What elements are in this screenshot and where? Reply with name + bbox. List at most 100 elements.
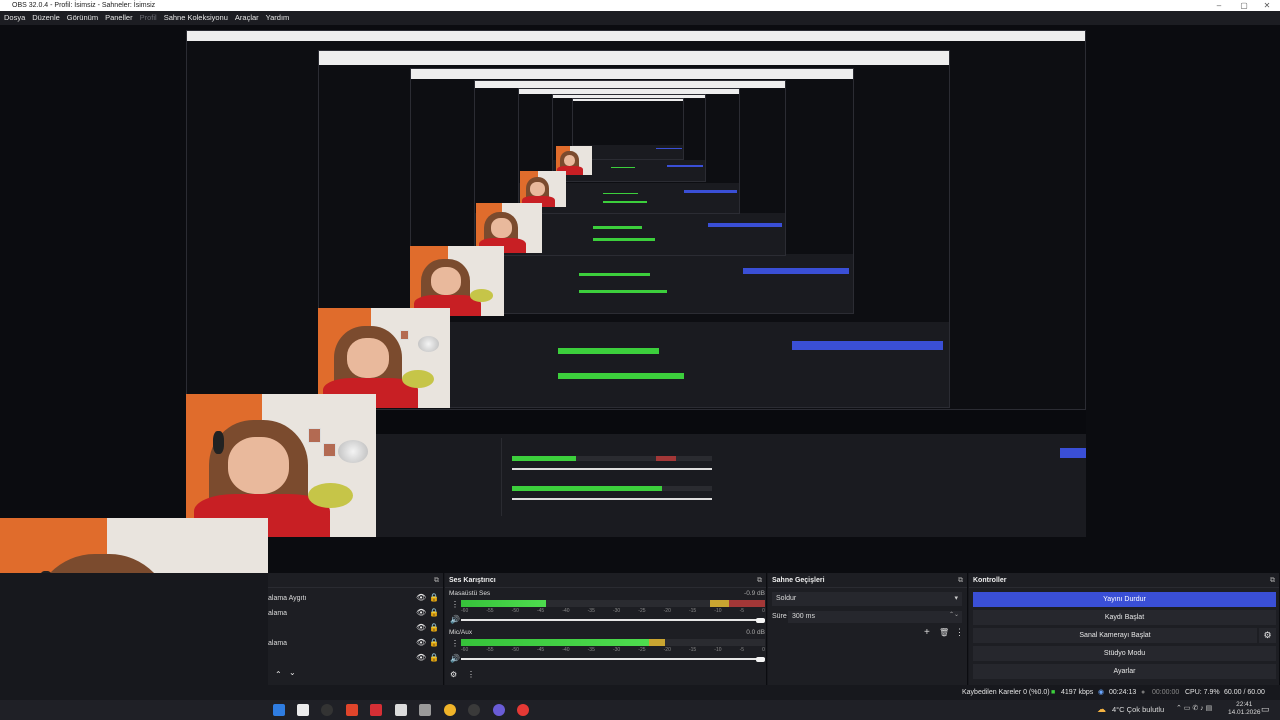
- speaker-icon[interactable]: 🔊: [450, 615, 460, 624]
- meter-tick: -35: [587, 647, 595, 653]
- source-item[interactable]: alama Aygıtı: [268, 591, 306, 606]
- nested-webcam-5: [520, 171, 566, 207]
- start-recording-button[interactable]: Kaydı Başlat: [973, 610, 1276, 625]
- meter-ticks: -60 -55 -50 -45 -40 -35 -30 -25 -20 -15 -10 -5 0: [461, 608, 765, 616]
- spinner-icon[interactable]: ⌃⌄: [949, 609, 959, 621]
- file-icon[interactable]: [297, 704, 309, 716]
- eye-icon[interactable]: 👁: [416, 638, 426, 647]
- menu-item-5[interactable]: Sahne Koleksiyonu: [164, 11, 228, 25]
- menu-item-1[interactable]: Düzenle: [32, 11, 60, 25]
- chevron-down-icon: ▾: [954, 595, 958, 602]
- mixer-settings-icon[interactable]: ⚙: [450, 670, 457, 679]
- menu-item-4[interactable]: Profil: [140, 11, 157, 25]
- calendar-icon[interactable]: [395, 704, 407, 716]
- menu-item-2[interactable]: Görünüm: [67, 11, 98, 25]
- undock-icon[interactable]: ⧉: [434, 573, 439, 588]
- lock-icon[interactable]: 🔒: [429, 638, 439, 647]
- window-title-bar: OBS 32.0.4 - Profil: İsimsiz - Sahneler:…: [0, 0, 1280, 11]
- nested-webcam-3: [410, 246, 504, 316]
- eye-icon[interactable]: 👁: [416, 653, 426, 662]
- speaker-icon[interactable]: 🔊: [450, 654, 460, 663]
- record-time: 00:00:00: [1152, 689, 1180, 696]
- meter-tick: -60: [461, 608, 469, 614]
- minimize-icon[interactable]: –: [1208, 0, 1230, 11]
- nested-webcam-2: [318, 308, 450, 408]
- volume-meter: [461, 600, 765, 607]
- nested-mixer: [501, 438, 729, 516]
- start-virtual-camera-button[interactable]: Sanal Kamerayı Başlat: [973, 628, 1257, 643]
- gear-icon[interactable]: ⚙: [1259, 628, 1276, 643]
- meter-ticks: -60 -55 -50 -45 -40 -35 -30 -25 -20 -15 -10 -5 0: [461, 647, 765, 655]
- channel-name: Masaüstü Ses: [449, 590, 491, 597]
- discord-icon[interactable]: [493, 704, 505, 716]
- duration-value: 300 ms: [792, 613, 815, 620]
- lock-icon[interactable]: 🔒: [429, 608, 439, 617]
- meter-tick: -5: [739, 647, 745, 653]
- meter-tick: -50: [511, 608, 519, 614]
- clock[interactable]: 22:41 14.01.2026: [1228, 701, 1261, 717]
- menu-dots-icon[interactable]: ⋮: [467, 670, 475, 679]
- meter-tick: -10: [714, 647, 722, 653]
- close-icon[interactable]: ✕: [1256, 0, 1278, 11]
- source-item[interactable]: alama: [268, 606, 287, 621]
- windows-start-icon[interactable]: [273, 704, 285, 716]
- channel-db: 0.0 dB: [746, 629, 765, 636]
- stop-stream-button[interactable]: Yayını Durdur: [973, 592, 1276, 607]
- meter-tick: 0: [762, 647, 765, 653]
- menu-item-6[interactable]: Araçlar: [235, 11, 259, 25]
- menu-item-0[interactable]: Dosya: [4, 11, 25, 25]
- menu-dots-icon[interactable]: ⋮: [451, 600, 459, 609]
- channel-db: -0.9 dB: [744, 590, 765, 597]
- undock-icon[interactable]: ⧉: [757, 573, 762, 588]
- meter-tick: -25: [638, 647, 646, 653]
- meter-tick: -30: [612, 647, 621, 653]
- menu-dots-icon[interactable]: ⋮: [955, 627, 964, 638]
- record-app-icon[interactable]: [517, 704, 529, 716]
- eye-icon[interactable]: 👁: [416, 608, 426, 617]
- eye-icon[interactable]: 👁: [416, 593, 426, 602]
- volume-meter: [461, 639, 765, 646]
- studio-mode-button[interactable]: Stüdyo Modu: [973, 646, 1276, 661]
- dropped-frames: Kaybedilen Kareler 0 (%0.0): [962, 689, 1050, 696]
- clock-date: 14.01.2026: [1228, 709, 1261, 716]
- lock-icon[interactable]: 🔒: [429, 653, 439, 662]
- maximize-icon[interactable]: ▢: [1233, 0, 1255, 11]
- nested-dock: [376, 434, 1086, 537]
- meter-tick: -30: [612, 608, 621, 614]
- eye-icon[interactable]: 👁: [416, 623, 426, 632]
- meter-tick: -45: [536, 608, 545, 614]
- meter-tick: 0: [762, 608, 765, 614]
- duration-label: Süre: [772, 613, 787, 620]
- menu-item-3[interactable]: Paneller: [105, 11, 133, 25]
- duration-input[interactable]: 300 ms ⌃⌄: [788, 611, 962, 623]
- preview-canvas[interactable]: [186, 30, 1086, 537]
- lock-icon[interactable]: 🔒: [429, 623, 439, 632]
- undock-icon[interactable]: ⧉: [958, 573, 963, 588]
- obs-icon[interactable]: [321, 704, 333, 716]
- volume-slider[interactable]: [461, 617, 765, 623]
- obs-active-icon[interactable]: [468, 704, 480, 716]
- transition-select[interactable]: Soldur ▾: [772, 592, 962, 606]
- notification-icon[interactable]: ▭: [1261, 704, 1270, 715]
- menu-item-7[interactable]: Yardım: [266, 11, 290, 25]
- brave-icon[interactable]: [346, 704, 358, 716]
- menu-dots-icon[interactable]: ⋮: [451, 639, 459, 648]
- meter-tick: -20: [663, 647, 671, 653]
- app-w-icon[interactable]: [370, 704, 382, 716]
- lock-icon[interactable]: 🔒: [429, 593, 439, 602]
- volume-slider[interactable]: [461, 656, 765, 662]
- folder-icon[interactable]: [419, 704, 431, 716]
- mixer-channel-mic: Mic/Aux 0.0 dB ⋮ -60 -55 -50 -45 -40 -35 -30 -2…: [449, 629, 765, 665]
- chrome-icon[interactable]: [444, 704, 456, 716]
- transitions-title: Sahne Geçişleri: [772, 577, 825, 584]
- menu-bar: Dosya Düzenle Görünüm Paneller Profil Sahne K…: [0, 11, 1280, 25]
- chevron-up-icon[interactable]: ⌃: [275, 670, 282, 679]
- window-title: OBS 32.0.4 - Profil: İsimsiz - Sahneler:…: [12, 2, 156, 9]
- tray-icons[interactable]: ⌃ ▭ ✆ ♪ ▤: [1176, 704, 1212, 712]
- plus-icon[interactable]: +: [924, 627, 930, 638]
- undock-icon[interactable]: ⧉: [1270, 573, 1275, 588]
- trash-icon[interactable]: 🗑: [939, 628, 949, 637]
- source-item[interactable]: alama: [268, 636, 287, 651]
- chevron-down-icon[interactable]: ⌄: [289, 668, 296, 677]
- settings-button[interactable]: Ayarlar: [973, 664, 1276, 679]
